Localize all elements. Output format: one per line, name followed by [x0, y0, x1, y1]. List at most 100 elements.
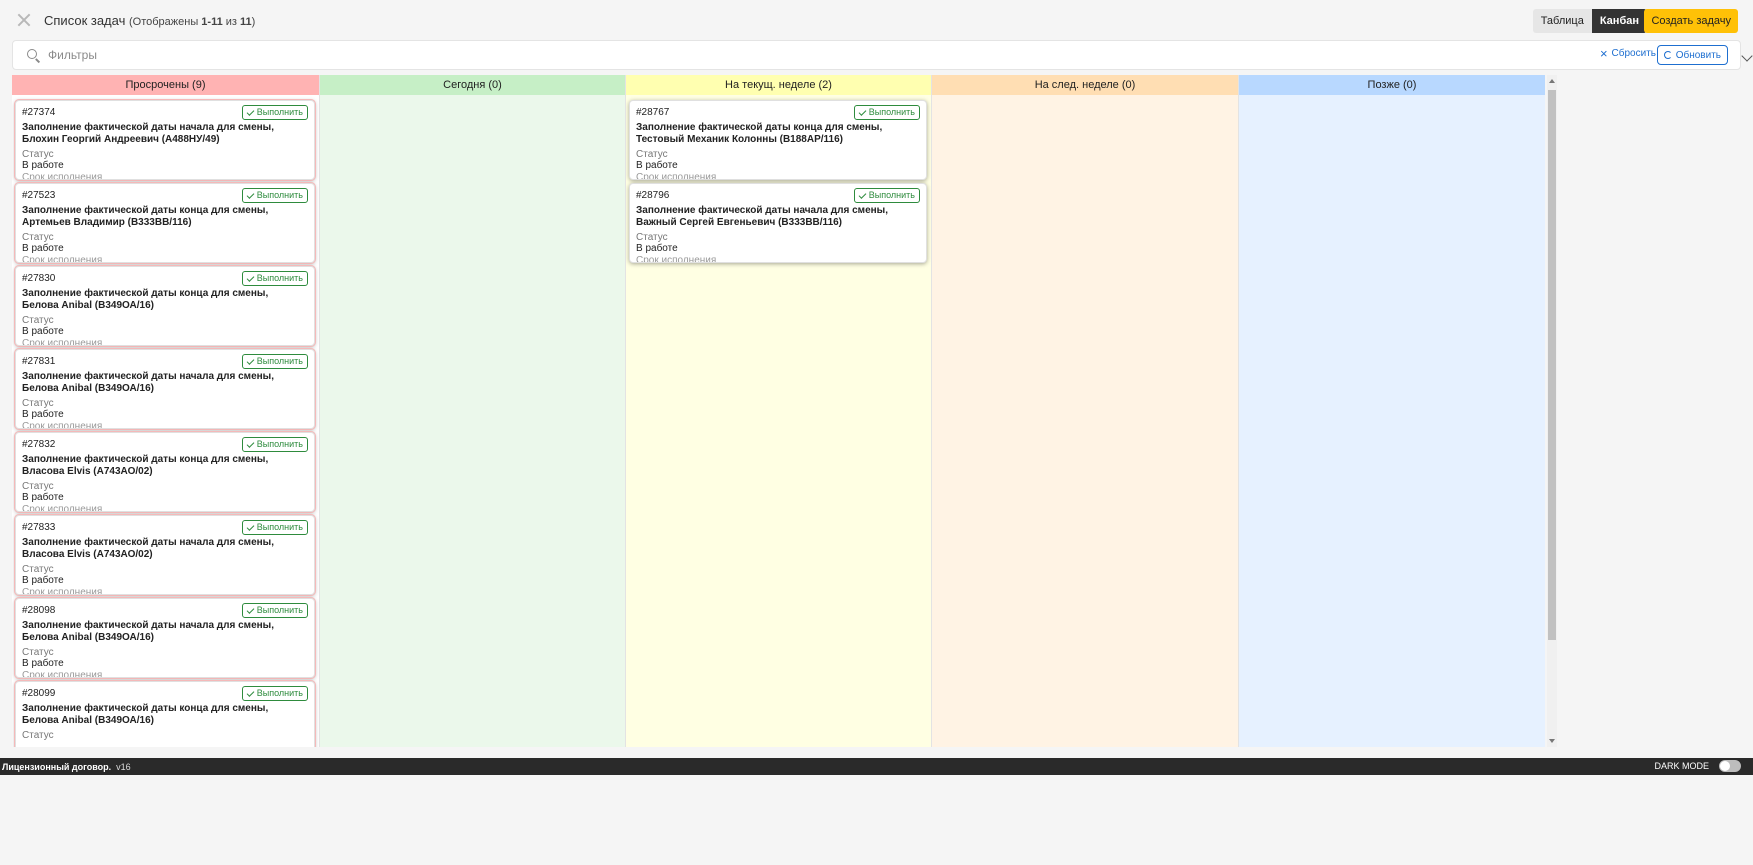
status-value: В работе	[22, 326, 64, 337]
execute-button[interactable]: Выполнить	[853, 105, 920, 120]
status-value: В работе	[22, 160, 64, 171]
close-icon[interactable]	[16, 12, 32, 28]
search-icon	[27, 48, 40, 62]
page-title: Список задач (Отображены 1-11 из 11)	[44, 13, 255, 28]
execute-button[interactable]: Выполнить	[853, 188, 920, 203]
execute-label: Выполнить	[256, 439, 303, 449]
task-name: Заполнение фактической даты начала для с…	[636, 205, 889, 228]
status-label: Статус	[22, 481, 54, 492]
refresh-button[interactable]: Обновить	[1656, 45, 1753, 65]
task-name: Заполнение фактической даты конца для см…	[22, 454, 269, 477]
reset-filters-button[interactable]: × Сбросить	[1600, 47, 1656, 60]
status-label: Статус	[22, 149, 54, 160]
subtitle-suffix: )	[251, 15, 256, 28]
board-scrollbar[interactable]	[1547, 75, 1557, 747]
execute-button[interactable]: Выполнить	[241, 603, 308, 618]
refresh-icon	[1663, 51, 1672, 59]
execute-button[interactable]: Выполнить	[241, 354, 308, 369]
check-icon	[246, 688, 255, 697]
execute-button[interactable]: Выполнить	[241, 188, 308, 203]
task-name: Заполнение фактической даты конца для см…	[22, 288, 269, 311]
license-link[interactable]: Лицензионный договор.	[2, 762, 111, 772]
check-icon	[246, 605, 255, 614]
status-value: В работе	[22, 492, 64, 503]
task-name: Заполнение фактической даты начала для с…	[22, 620, 275, 643]
status-label: Статус	[22, 730, 54, 741]
execute-button[interactable]: Выполнить	[241, 686, 308, 701]
task-name: Заполнение фактической даты конца для см…	[636, 122, 883, 145]
dark-mode-label: DARK MODE	[1654, 761, 1709, 771]
footer: Лицензионный договор. v16 DARK MODE	[0, 758, 1753, 775]
task-card[interactable]: #28099 Выполнить Заполнение фактической да…	[15, 681, 315, 747]
subtitle-total: 11	[240, 15, 252, 28]
filter-input[interactable]	[48, 48, 1248, 62]
subtitle-mid: из	[222, 15, 241, 28]
status-label: Статус	[22, 315, 54, 326]
column-header: На след. неделе (0)	[932, 75, 1238, 95]
execute-button[interactable]: Выполнить	[241, 105, 308, 120]
check-icon	[858, 190, 867, 199]
task-card[interactable]: #27833 Выполнить Заполнение фактической да…	[15, 515, 315, 595]
check-icon	[246, 522, 255, 531]
task-card[interactable]: #27832 Выполнить Заполнение фактической да…	[15, 432, 315, 512]
task-card[interactable]: #27831 Выполнить Заполнение фактической да…	[15, 349, 315, 429]
top-bar: Список задач (Отображены 1-11 из 11) Таб…	[0, 0, 1753, 40]
task-name: Заполнение фактической даты конца для см…	[22, 703, 269, 726]
execute-button[interactable]: Выполнить	[241, 520, 308, 535]
page-title-text: Список задач	[44, 12, 126, 28]
scroll-down-icon[interactable]	[1549, 739, 1555, 743]
task-card[interactable]: #27830 Выполнить Заполнение фактической да…	[15, 266, 315, 346]
view-table-button[interactable]: Таблица	[1532, 9, 1592, 33]
check-icon	[246, 273, 255, 282]
due-label: Срок исполнения	[22, 587, 103, 595]
execute-button[interactable]: Выполнить	[241, 271, 308, 286]
execute-button[interactable]: Выполнить	[241, 437, 308, 452]
execute-label: Выполнить	[256, 356, 303, 366]
refresh-label: Обновить	[1675, 49, 1721, 61]
column-body	[320, 95, 625, 747]
task-card[interactable]: #28767 Выполнить Заполнение фактической да…	[629, 100, 927, 180]
task-card[interactable]: #27523 Выполнить Заполнение фактической да…	[15, 183, 315, 263]
check-icon	[246, 190, 255, 199]
dark-mode-toggle[interactable]	[1719, 760, 1741, 772]
status-value: В работе	[636, 243, 678, 254]
task-card[interactable]: #27374 Выполнить Заполнение фактической да…	[15, 100, 315, 180]
status-value: В работе	[22, 658, 64, 669]
subtitle-range: 1-11	[201, 15, 223, 28]
status-value: В работе	[22, 243, 64, 254]
scroll-thumb[interactable]	[1548, 90, 1556, 640]
check-icon	[246, 107, 255, 116]
check-icon	[858, 107, 867, 116]
due-label: Срок исполнения	[22, 504, 103, 512]
column-header: Сегодня (0)	[320, 75, 625, 95]
column-next_week: На след. неделе (0)	[931, 75, 1238, 747]
due-label: Срок исполнения	[22, 670, 103, 678]
status-label: Статус	[22, 564, 54, 575]
due-label: Срок исполнения	[22, 172, 103, 180]
task-card[interactable]: #28796 Выполнить Заполнение фактической да…	[629, 183, 927, 263]
due-label: Срок исполнения	[22, 255, 103, 263]
status-label: Статус	[636, 232, 668, 243]
column-body	[1239, 95, 1545, 747]
due-label: Срок исполнения	[22, 338, 103, 346]
check-icon	[246, 356, 255, 365]
execute-label: Выполнить	[256, 273, 303, 283]
task-card[interactable]: #28098 Выполнить Заполнение фактической да…	[15, 598, 315, 678]
column-overdue: Просрочены (9) #27374 Выполнить Заполнение …	[12, 75, 319, 747]
chevron-down-icon[interactable]	[1741, 50, 1753, 62]
due-label: Срок исполнения	[636, 255, 717, 263]
column-this_week: На текущ. неделе (2) #28767 Выполнить Запол…	[625, 75, 931, 747]
status-value: В работе	[22, 409, 64, 420]
column-today: Сегодня (0)	[319, 75, 625, 747]
scroll-up-icon[interactable]	[1549, 79, 1555, 83]
column-body: #27374 Выполнить Заполнение фактической да…	[12, 95, 319, 747]
execute-label: Выполнить	[868, 190, 915, 200]
dark-mode-control: DARK MODE	[1654, 760, 1741, 772]
view-kanban-button[interactable]: Канбан	[1591, 9, 1647, 33]
column-later: Позже (0)	[1238, 75, 1545, 747]
due-label: Срок исполнения	[22, 421, 103, 429]
create-task-button[interactable]: Создать задачу	[1644, 9, 1738, 33]
execute-label: Выполнить	[256, 688, 303, 698]
status-value: В работе	[22, 575, 64, 586]
task-name: Заполнение фактической даты начала для с…	[22, 371, 275, 394]
